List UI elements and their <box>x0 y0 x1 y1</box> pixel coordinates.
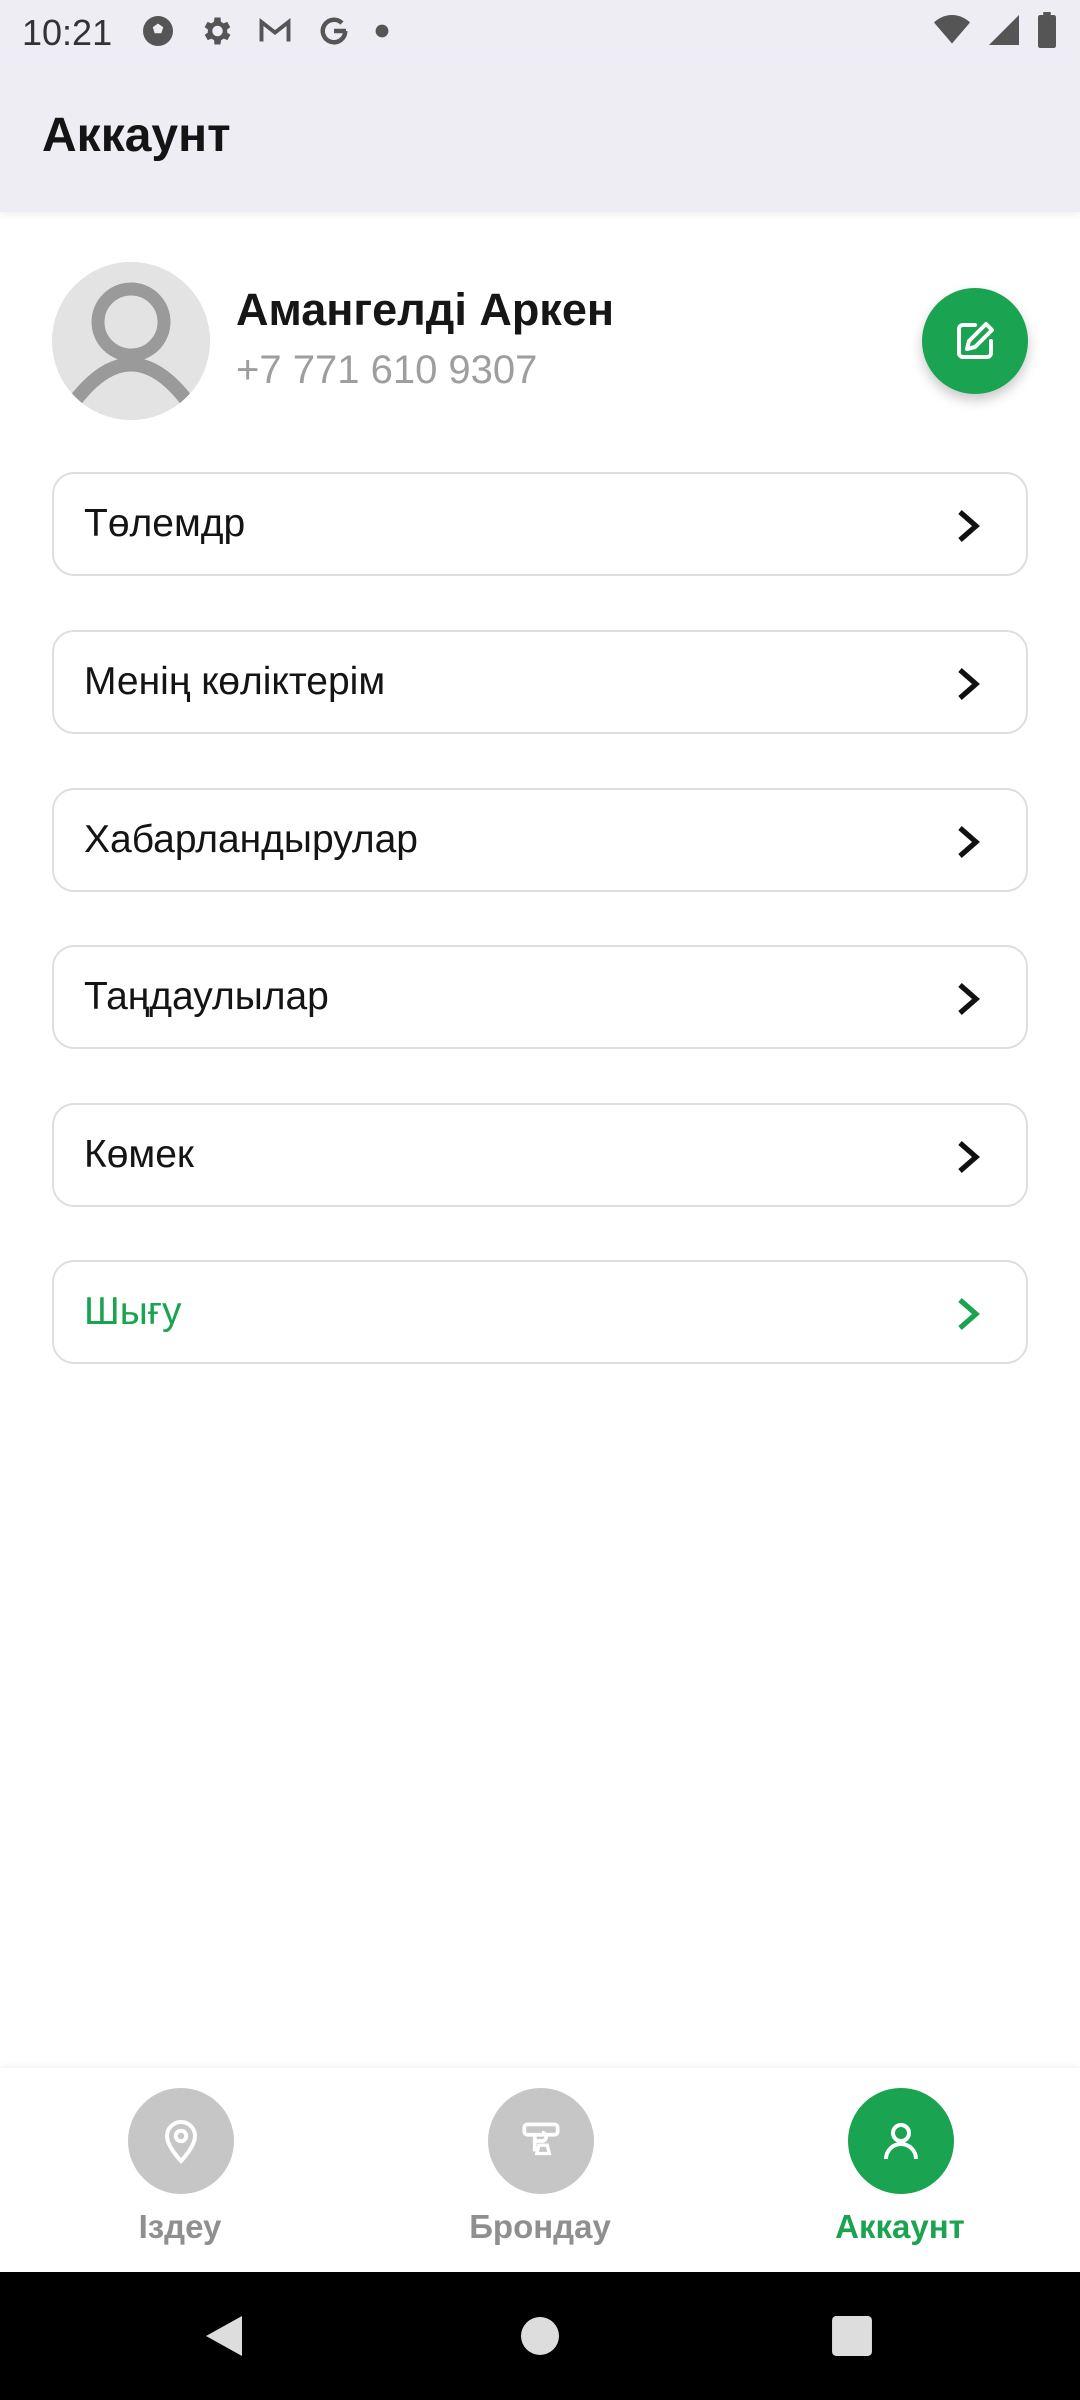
nav-item-search[interactable]: Іздеу <box>80 2088 280 2258</box>
cell-signal-icon <box>989 15 1019 45</box>
menu-item-help[interactable]: Көмек <box>52 1103 1028 1207</box>
person-icon <box>884 2123 918 2160</box>
menu-item-label: Төлемдр <box>84 502 246 545</box>
chevron-right-icon <box>950 666 986 702</box>
recents-button[interactable] <box>818 2302 886 2370</box>
avatar <box>52 262 210 420</box>
status-time: 10:21 <box>22 12 113 53</box>
soccer-ball-icon <box>143 16 173 46</box>
menu-item-label: Шығу <box>84 1290 182 1333</box>
chevron-right-icon <box>950 1139 986 1175</box>
nav-label: Аккаунт <box>835 2208 965 2245</box>
menu-item-my-cars[interactable]: Менің көліктерім <box>52 630 1028 734</box>
menu-item-label: Таңдаулылар <box>84 975 329 1018</box>
edit-icon <box>957 322 994 359</box>
menu-item-label: Көмек <box>84 1133 194 1176</box>
nav-icon-circle <box>128 2088 234 2194</box>
location-pin-icon <box>164 2120 198 2164</box>
wifi-icon <box>934 15 970 44</box>
chevron-right-icon <box>950 824 986 860</box>
menu-item-logout[interactable]: Шығу <box>52 1260 1028 1364</box>
menu-item-label: Хабарландырулар <box>84 818 418 861</box>
nav-label: Брондау <box>469 2208 611 2245</box>
parking-icon <box>522 2122 560 2156</box>
chevron-right-icon <box>950 1296 986 1332</box>
chevron-right-icon <box>950 508 986 544</box>
gmail-icon <box>259 18 291 42</box>
nav-item-booking[interactable]: Брондау <box>440 2088 640 2258</box>
nav-item-account[interactable]: Аккаунт <box>800 2088 1000 2258</box>
chevron-right-icon <box>950 981 986 1017</box>
app-bar: Аккаунт <box>0 62 1080 212</box>
system-status-icons <box>932 12 1058 48</box>
back-button[interactable] <box>190 2302 258 2370</box>
edit-profile-button[interactable] <box>922 288 1028 394</box>
home-button[interactable] <box>506 2302 574 2370</box>
recents-square-icon <box>832 2316 872 2356</box>
dot-icon <box>375 24 389 38</box>
google-icon <box>320 17 348 45</box>
gear-icon <box>204 17 231 45</box>
nav-icon-circle <box>848 2088 954 2194</box>
page-title: Аккаунт <box>42 109 231 162</box>
home-circle-icon <box>521 2317 559 2355</box>
system-navigation-bar <box>0 2272 1080 2400</box>
back-triangle-icon <box>206 2316 242 2356</box>
status-bar: 10:21 <box>0 0 1080 62</box>
nav-icon-circle <box>488 2088 594 2194</box>
menu-item-notifications[interactable]: Хабарландырулар <box>52 788 1028 892</box>
profile-name: Амангелді Аркен <box>236 284 615 335</box>
profile-phone: +7 771 610 9307 <box>236 348 538 392</box>
bottom-navigation: Іздеу Брондау Аккаунт <box>0 2068 1080 2272</box>
menu-item-favorites[interactable]: Таңдаулылар <box>52 945 1028 1049</box>
nav-label: Іздеу <box>138 2208 222 2245</box>
battery-icon <box>1038 12 1056 48</box>
default-avatar-icon <box>52 262 210 420</box>
menu-item-payments[interactable]: Төлемдр <box>52 472 1028 576</box>
menu-item-label: Менің көліктерім <box>84 660 386 703</box>
notification-icons <box>140 13 390 49</box>
